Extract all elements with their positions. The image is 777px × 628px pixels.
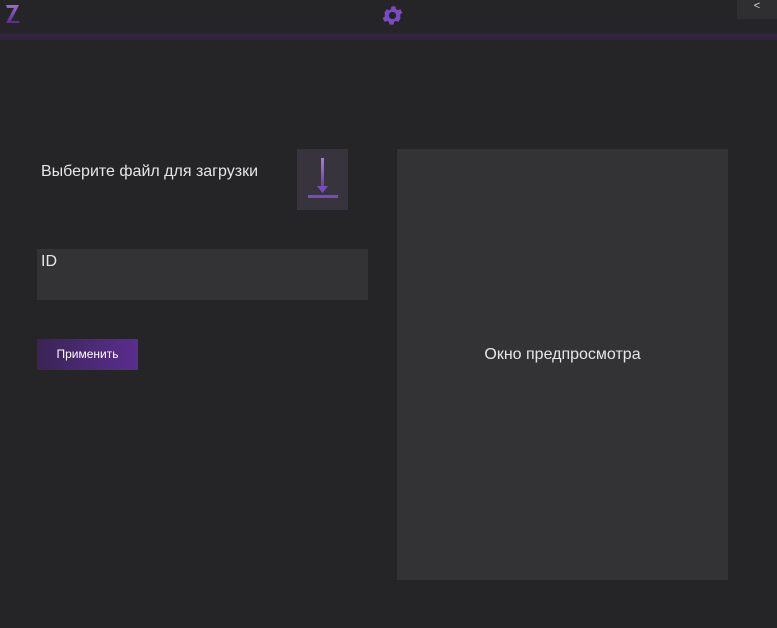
download-arrow-icon	[308, 158, 338, 198]
top-bar: <	[0, 0, 777, 40]
upload-file-button[interactable]	[297, 149, 348, 210]
file-select-label: Выберите файл для загрузки	[41, 163, 259, 180]
preview-panel: Окно предпросмотра	[397, 149, 728, 580]
collapse-button[interactable]: <	[737, 0, 777, 19]
app-window: < Выберите файл для загрузки ID Применит…	[0, 0, 777, 628]
z-logo-icon[interactable]	[5, 4, 21, 24]
gear-icon[interactable]	[380, 3, 405, 28]
top-bar-divider	[0, 34, 777, 40]
preview-label: Окно предпросмотра	[484, 346, 641, 363]
apply-button[interactable]: Применить	[37, 339, 138, 370]
id-input[interactable]: ID	[37, 249, 368, 300]
